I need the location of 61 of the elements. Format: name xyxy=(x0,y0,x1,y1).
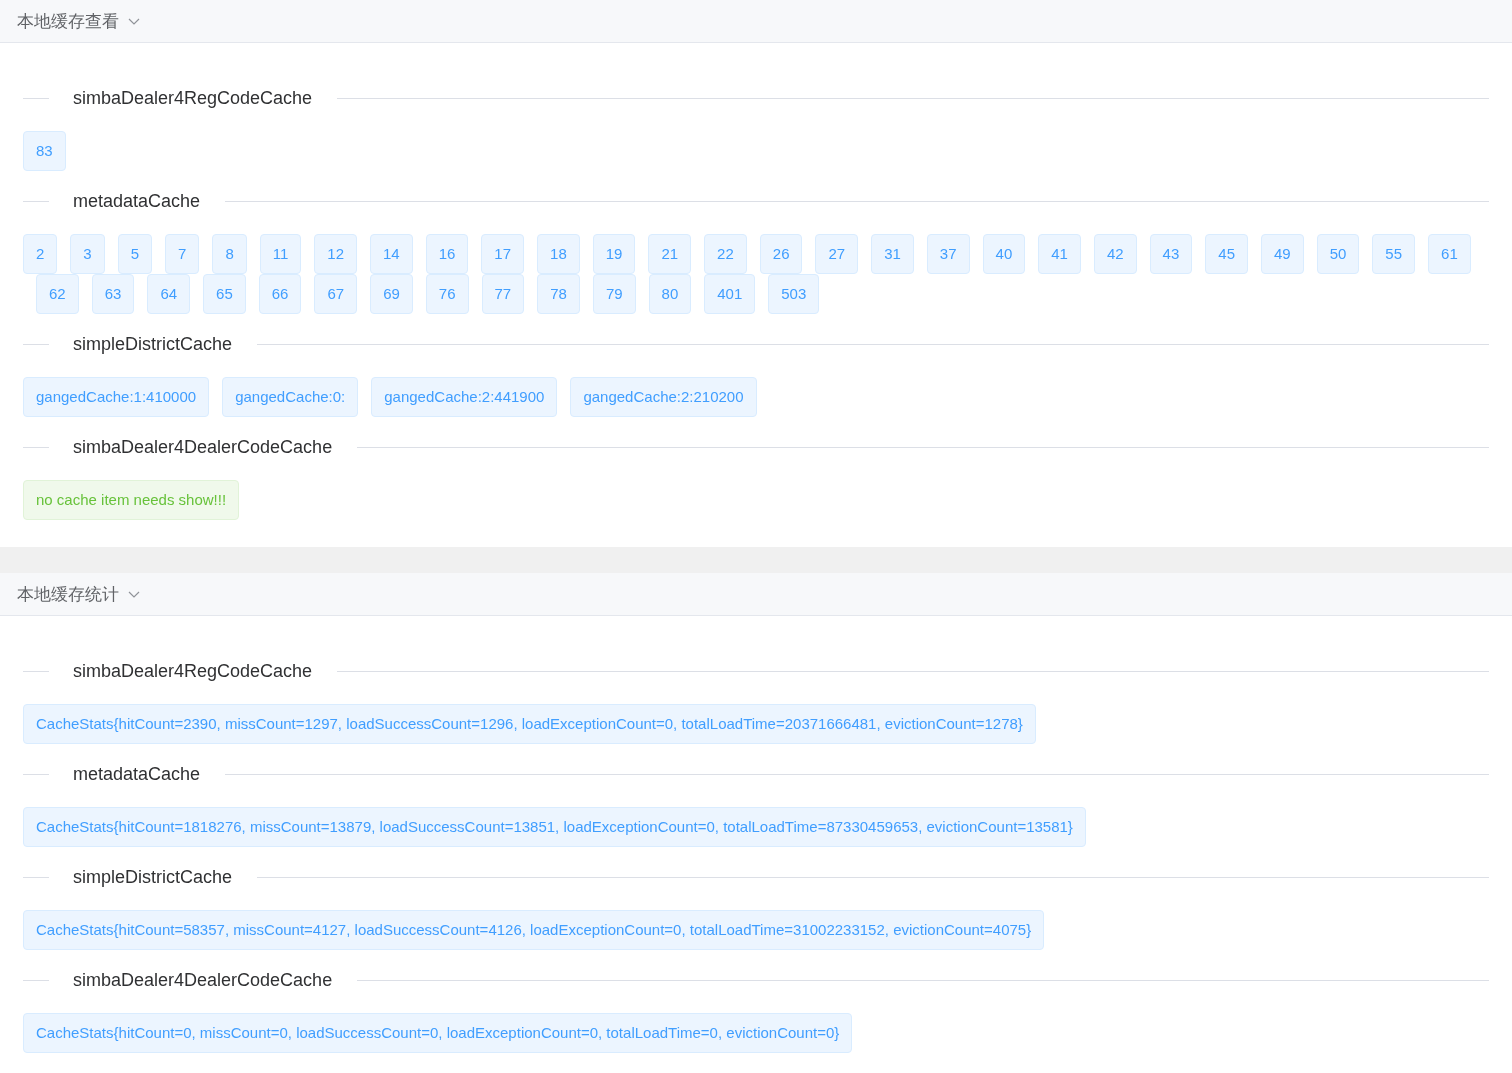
cache-tag: 64 xyxy=(147,274,191,314)
cache-tag: 61 xyxy=(1428,234,1471,274)
cache-tag: gangedCache:1:410000 xyxy=(23,377,210,417)
cache-tag: 18 xyxy=(537,234,580,274)
cache-tag: 83 xyxy=(23,131,66,171)
cache-tag: gangedCache:2:441900 xyxy=(371,377,558,417)
cache-tag: 3 xyxy=(70,234,105,274)
cache-tag: 31 xyxy=(871,234,914,274)
cache-tag: 14 xyxy=(370,234,413,274)
cache-tag: 27 xyxy=(815,234,859,274)
cache-tag: 77 xyxy=(481,274,525,314)
cache-tag: 66 xyxy=(258,274,302,314)
section-title: simbaDealer4DealerCodeCache xyxy=(72,437,334,458)
message-tag: no cache item needs show!!! xyxy=(23,480,240,520)
cache-tag: 26 xyxy=(759,234,803,274)
cache-tag: 7 xyxy=(165,234,200,274)
cache-tag: 50 xyxy=(1316,234,1360,274)
section-title: metadataCache xyxy=(72,764,202,785)
cache-tag: 42 xyxy=(1093,234,1137,274)
cache-tag: 5 xyxy=(117,234,153,274)
cache-tag: 63 xyxy=(91,274,135,314)
cache-tag: 79 xyxy=(592,274,636,314)
section-title: simpleDistrictCache xyxy=(72,334,234,355)
section-title: metadataCache xyxy=(72,191,202,212)
section-title: simbaDealer4RegCodeCache xyxy=(72,88,314,109)
cache-tag: 2 xyxy=(23,234,58,274)
cache-tag: 8 xyxy=(212,234,247,274)
cache-tag: 45 xyxy=(1205,234,1248,274)
cache-tag: 12 xyxy=(314,234,357,274)
cache-tag: 62 xyxy=(36,274,79,314)
panel-header[interactable]: 本地缓存查看 xyxy=(0,0,1512,43)
cache-tag: 503 xyxy=(768,274,820,314)
cache-tag: 19 xyxy=(592,234,636,274)
cache-tag: 65 xyxy=(203,274,246,314)
cache-tag: 401 xyxy=(704,274,756,314)
cache-tag: 21 xyxy=(648,234,692,274)
cache-tag: 76 xyxy=(425,274,469,314)
cache-tag: 11 xyxy=(259,234,302,274)
cache-tag: 43 xyxy=(1149,234,1193,274)
cache-tag: 40 xyxy=(982,234,1026,274)
section-title: simbaDealer4RegCodeCache xyxy=(72,661,314,682)
cache-tag: 37 xyxy=(926,234,970,274)
cache-tag: 55 xyxy=(1372,234,1416,274)
cache-tag: CacheStats{hitCount=1818276, missCount=13879, loadSuccessCount=13851, loadExceptionCount=0, totalLoadTime=87330459653, evictionCount=13581} xyxy=(23,807,1086,847)
section-title: simbaDealer4DealerCodeCache xyxy=(72,970,334,991)
cache-tag: gangedCache:2:210200 xyxy=(570,377,757,417)
cache-tag: CacheStats{hitCount=0, missCount=0, loadSuccessCount=0, loadExceptionCount=0, totalLoadTime=0, evictionCount=0} xyxy=(23,1013,853,1053)
cache-tag: CacheStats{hitCount=58357, missCount=4127, loadSuccessCount=4126, loadExceptionCount=0, totalLoadTime=31002233152, evictionCount=4075} xyxy=(23,910,1045,950)
cache-tag: 80 xyxy=(648,274,692,314)
cache-tag: CacheStats{hitCount=2390, missCount=1297, loadSuccessCount=1296, loadExceptionCount=0, totalLoadTime=20371666481, evictionCount=1278} xyxy=(23,704,1036,744)
cache-tag: gangedCache:0: xyxy=(222,377,359,417)
panel-header[interactable]: 本地缓存统计 xyxy=(0,573,1512,616)
cache-tag: 67 xyxy=(314,274,358,314)
cache-tag: 78 xyxy=(537,274,580,314)
cache-tag: 69 xyxy=(370,274,413,314)
section-title: simpleDistrictCache xyxy=(72,867,234,888)
cache-tag: 22 xyxy=(704,234,747,274)
cache-tag: 17 xyxy=(481,234,525,274)
cache-tag: 49 xyxy=(1261,234,1304,274)
cache-tag: 41 xyxy=(1038,234,1081,274)
cache-tag: 16 xyxy=(425,234,469,274)
